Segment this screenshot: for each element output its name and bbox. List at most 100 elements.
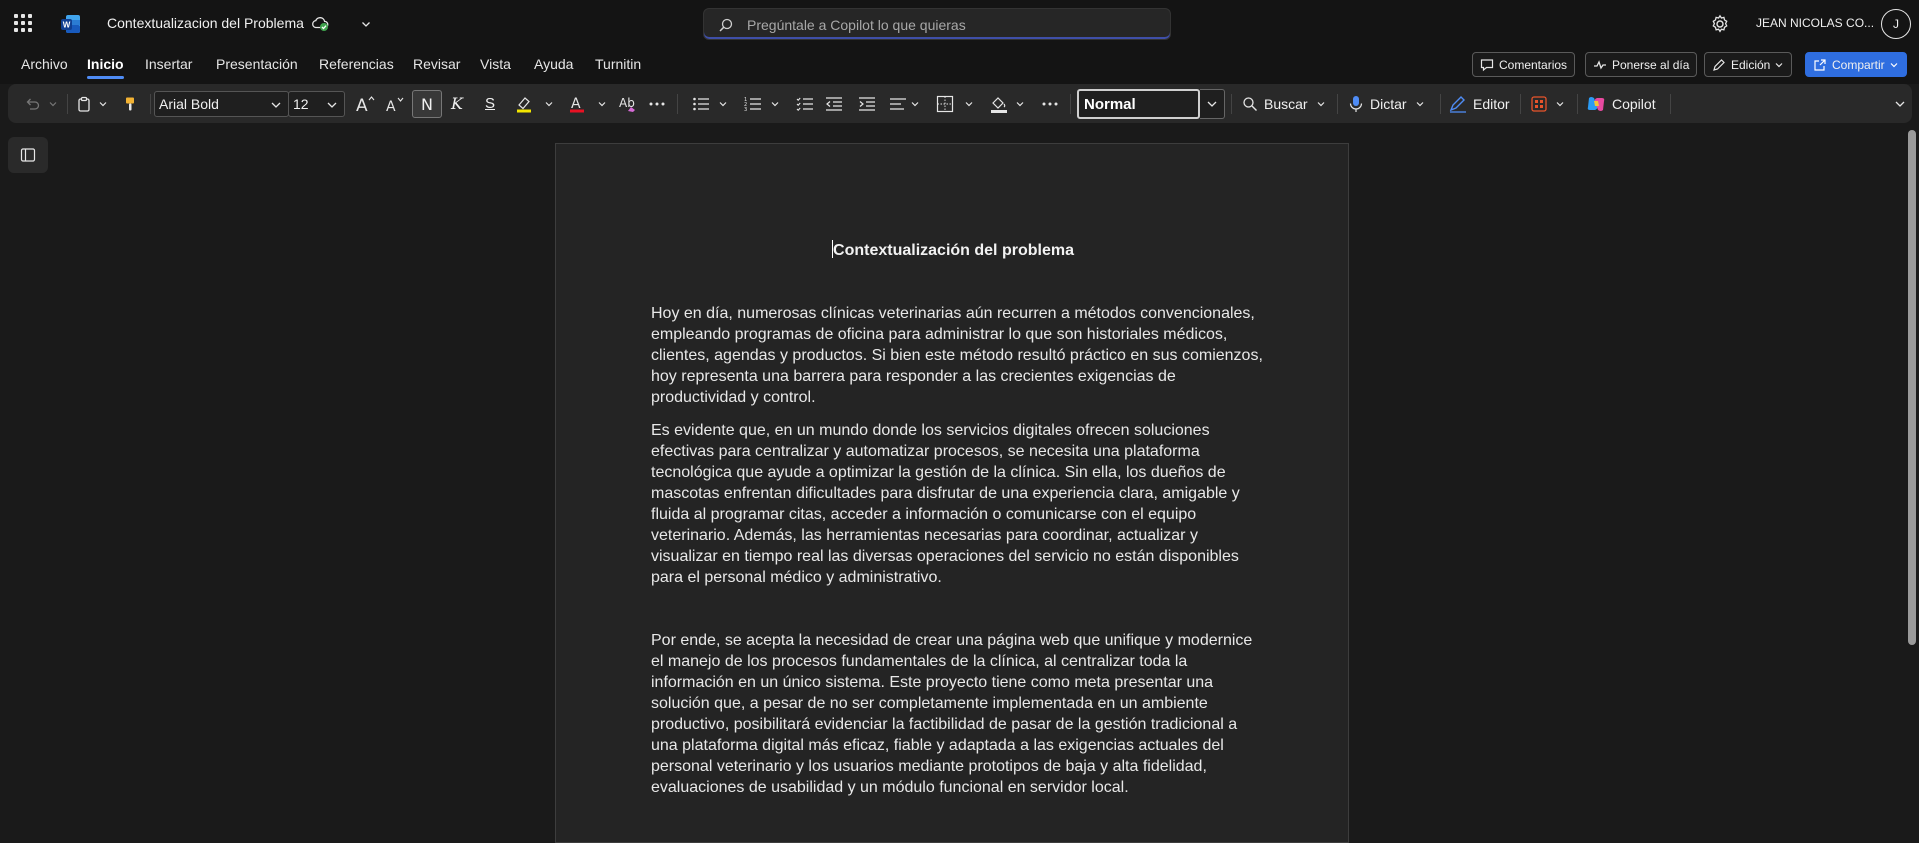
paragraph-3[interactable]: Por ende, se acepta la necesidad de crea… [651,630,1263,798]
toolbar-divider [677,94,678,114]
document-heading[interactable]: Contextualización del problema [556,240,1350,260]
toolbar-divider [150,94,151,114]
user-name[interactable]: JEAN NICOLAS CO... [1756,16,1874,30]
share-icon [1814,58,1826,71]
tab-referencias[interactable]: Referencias [319,56,394,72]
more-options-icon[interactable] [1041,84,1059,123]
svg-text:3: 3 [744,107,747,112]
italic-button[interactable]: K [451,84,463,123]
toolbar-divider [1337,94,1338,114]
title-bar: W Contextualizacion del Problema Pregúnt… [0,0,1919,48]
tab-turnitin[interactable]: Turnitin [595,56,641,72]
clear-formatting-icon[interactable]: Ab [618,84,638,123]
chevron-down-icon[interactable] [1555,84,1565,123]
dictate-label: Dictar [1370,95,1407,112]
copilot-button[interactable]: Copilot [1586,84,1656,123]
borders-icon[interactable] [936,84,954,123]
share-button[interactable]: Compartir [1805,52,1907,77]
catch-up-label: Ponerse al día [1612,57,1690,72]
tab-vista[interactable]: Vista [480,56,511,72]
toolbar-divider [1670,94,1671,114]
font-color-icon[interactable]: A [568,84,586,123]
chevron-down-icon[interactable] [597,84,607,123]
chevron-down-icon[interactable] [718,84,728,123]
toolbar-divider [1520,94,1521,114]
chevron-down-icon[interactable] [98,84,108,123]
font-size-value: 12 [293,96,309,112]
paragraph-1[interactable]: Hoy en día, numerosas clínicas veterinar… [651,303,1263,408]
chevron-down-icon[interactable] [544,84,554,123]
style-gallery-chevron[interactable] [1200,89,1225,119]
chevron-down-icon[interactable] [910,84,920,123]
toolbar-divider [1577,94,1578,114]
italic-glyph: K [451,94,463,113]
font-size-select[interactable]: 12 [288,91,345,117]
shading-icon[interactable] [989,84,1009,123]
chevron-down-icon[interactable] [1015,84,1025,123]
font-name-select[interactable]: Arial Bold [154,91,289,117]
cloud-saved-icon[interactable] [311,14,329,32]
tab-insertar[interactable]: Insertar [145,56,192,72]
search-icon [1243,96,1257,111]
ribbon-tabs: Archivo Inicio Insertar Presentación Ref… [0,48,1919,84]
bullets-icon[interactable] [692,84,710,123]
comments-button[interactable]: Comentarios [1472,52,1576,77]
shrink-font-icon[interactable]: A [385,84,405,123]
tab-presentacion[interactable]: Presentación [216,56,298,72]
tab-revisar[interactable]: Revisar [413,56,460,72]
copilot-search-box[interactable]: Pregúntale a Copilot lo que quieras [703,8,1171,40]
increase-indent-icon[interactable] [858,84,876,123]
decrease-indent-icon[interactable] [825,84,843,123]
word-logo-icon[interactable]: W [61,14,81,34]
tab-inicio[interactable]: Inicio [87,56,124,79]
microphone-icon [1349,95,1363,112]
paragraph-2[interactable]: Es evidente que, en un mundo donde los s… [651,420,1263,588]
numbering-icon[interactable]: 123 [744,84,762,123]
chevron-down-icon[interactable] [964,84,974,123]
underline-button[interactable]: S [485,84,495,123]
chevron-down-icon [1317,101,1325,106]
undo-icon[interactable] [23,84,41,123]
app-launcher-icon[interactable] [14,14,32,32]
avatar[interactable]: J [1881,9,1911,39]
comment-icon [1480,58,1494,71]
collapse-ribbon-chevron-icon[interactable] [1894,84,1906,123]
settings-gear-icon[interactable] [1710,14,1730,34]
svg-text:A: A [386,99,396,114]
chevron-down-icon[interactable] [770,84,780,123]
pencil-icon [1713,58,1725,71]
style-select[interactable]: Normal [1077,89,1200,119]
find-button[interactable]: Buscar [1242,84,1326,123]
font-name-value: Arial Bold [159,96,219,112]
toolbar-divider [1440,94,1441,114]
document-title[interactable]: Contextualizacion del Problema [107,15,304,31]
paste-clipboard-icon[interactable] [75,84,93,123]
align-icon[interactable] [889,84,907,123]
comments-label: Comentarios [1499,57,1568,72]
dictate-button[interactable]: Dictar [1348,84,1425,123]
document-page[interactable]: Contextualización del problema Hoy en dí… [555,143,1349,843]
chevron-down-icon [1207,101,1217,107]
highlighter-icon[interactable] [515,84,533,123]
toolbar-divider [1070,94,1071,114]
format-painter-icon[interactable] [121,84,139,123]
editor-button[interactable]: Editor [1449,84,1510,123]
chevron-down-icon[interactable] [360,18,372,30]
add-ins-icon[interactable] [1530,84,1548,123]
checklist-icon[interactable] [796,84,814,123]
tab-ayuda[interactable]: Ayuda [534,56,573,72]
catch-up-button[interactable]: Ponerse al día [1585,52,1698,77]
editing-mode-button[interactable]: Edición [1704,52,1793,77]
chevron-down-icon [327,102,337,108]
navigation-pane-button[interactable] [8,137,48,173]
search-icon [718,17,734,33]
editor-label: Editor [1473,95,1510,112]
share-label: Compartir [1832,57,1885,72]
tab-archivo[interactable]: Archivo [21,56,68,72]
editing-label: Edición [1731,57,1771,72]
bold-button[interactable]: N [412,90,442,118]
grow-font-icon[interactable]: A [354,84,376,123]
chevron-down-icon[interactable] [48,84,58,123]
vertical-scrollbar[interactable] [1908,130,1916,645]
more-options-icon[interactable] [648,84,666,123]
